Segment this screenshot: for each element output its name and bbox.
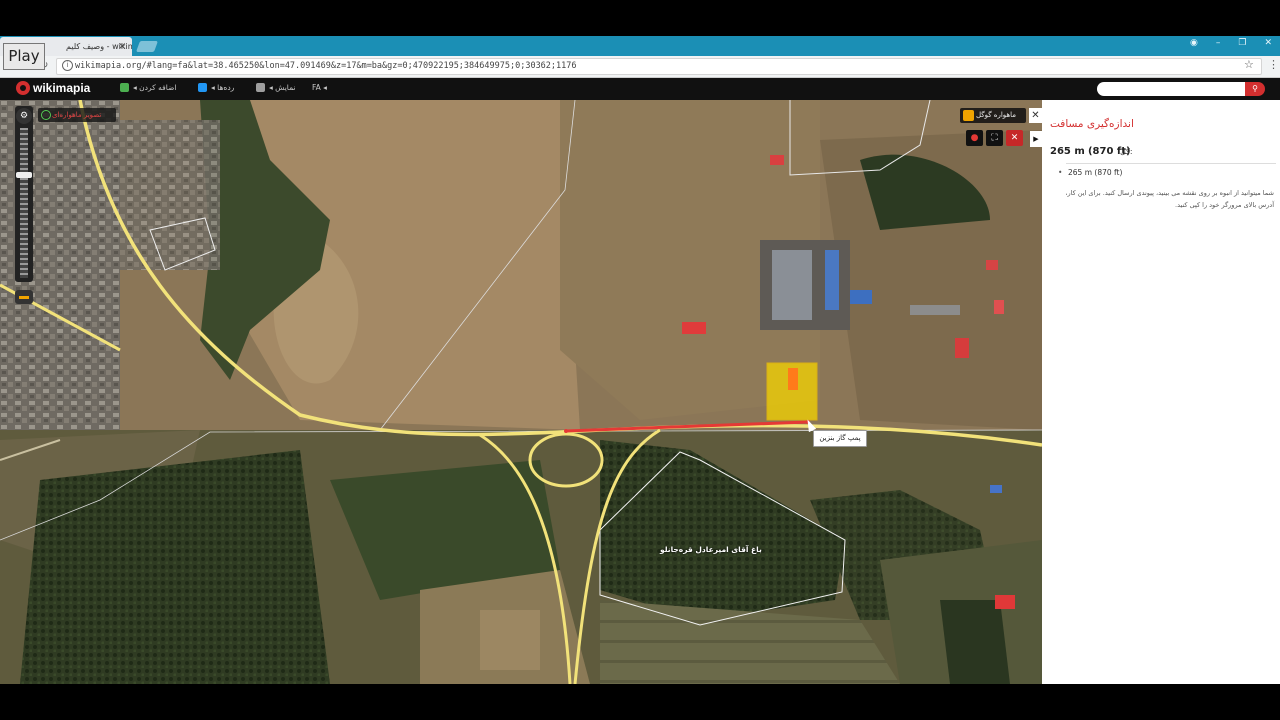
ruler-close-button[interactable]: ✕ [1029,108,1042,123]
help-text: شما میتوانید از انبوه بر روی نقشه می بین… [1065,189,1274,209]
collapse-panel-icon[interactable]: ▶ [1030,131,1042,147]
wikimapia-logo[interactable]: wikimapia [16,81,90,95]
delete-icon[interactable]: ✕ [1006,130,1023,146]
menu-view[interactable]: ◂ نمایش [256,83,296,92]
screen: وصیف کلیم - wikimapia × ◉ – ❐ ✕ wikimapi… [0,0,1280,720]
address-bar: wikimapia.org/#lang=fa&lat=38.465250&lon… [0,56,1280,78]
segment-distance: 265 m (870 ft) [1058,168,1122,177]
panel-title: اندازه‌گیری مسافت [1050,118,1134,130]
window-maximize-icon[interactable]: ❐ [1238,38,1246,52]
wikimapia-header: wikimapia ◂ اضافه کردن ◂ رده‌ها ◂ نمایش … [0,78,1280,100]
search-icon[interactable]: ⚲ [1245,82,1265,96]
ruler-toolbar: ● ⛶ ✕ [966,130,1023,146]
wikimapia-logo-icon [16,81,30,95]
satellite-map[interactable] [0,100,1042,684]
fullscreen-icon[interactable]: ⛶ [986,130,1003,146]
play-button[interactable]: Play [3,43,45,70]
window-minimize-icon[interactable]: – [1216,38,1221,52]
menu-add[interactable]: ◂ اضافه کردن [120,83,176,92]
info-icon[interactable]: i [62,60,73,71]
place-tooltip: پمپ گاز بنزین [813,430,867,447]
categories-icon [198,83,207,92]
zoom-settings-icon[interactable]: ⚙ [16,108,32,124]
window-profile-icon[interactable]: ◉ [1190,38,1198,52]
refresh-icon[interactable] [41,110,51,120]
tab-close-icon[interactable]: × [118,37,126,56]
place-label[interactable]: باغ آقای امیرعادل قره‌جانلو [660,545,762,554]
wm-search-input[interactable] [1097,82,1245,96]
browser-titlebar [0,36,1280,56]
map-imagery [0,100,1042,684]
zoom-knob[interactable] [16,172,32,178]
measure-panel: اندازه‌گیری مسافت 265 m (870 ft) کل: 265… [1042,100,1280,684]
total-label: کل: [1120,147,1133,156]
window-controls: ◉ – ❐ ✕ [1190,38,1272,52]
menu-categories[interactable]: ◂ رده‌ها [198,83,234,92]
panel-divider [1066,163,1276,164]
browser-menu-icon[interactable]: ⋮ [1268,58,1279,71]
layers-icon[interactable] [15,290,33,304]
add-icon [120,83,129,92]
zoom-track[interactable] [20,128,28,278]
record-icon[interactable]: ● [966,130,983,146]
bookmark-star-icon[interactable]: ☆ [1244,58,1254,71]
map-type-icon [963,110,974,121]
total-distance: 265 m (870 ft) [1050,146,1131,157]
wikimapia-logo-text: wikimapia [33,81,91,95]
view-icon [256,83,265,92]
window-close-icon[interactable]: ✕ [1264,38,1272,52]
menu-language[interactable]: FA ◂ [312,83,327,92]
url-input[interactable]: wikimapia.org/#lang=fa&lat=38.465250&lon… [56,58,1262,75]
